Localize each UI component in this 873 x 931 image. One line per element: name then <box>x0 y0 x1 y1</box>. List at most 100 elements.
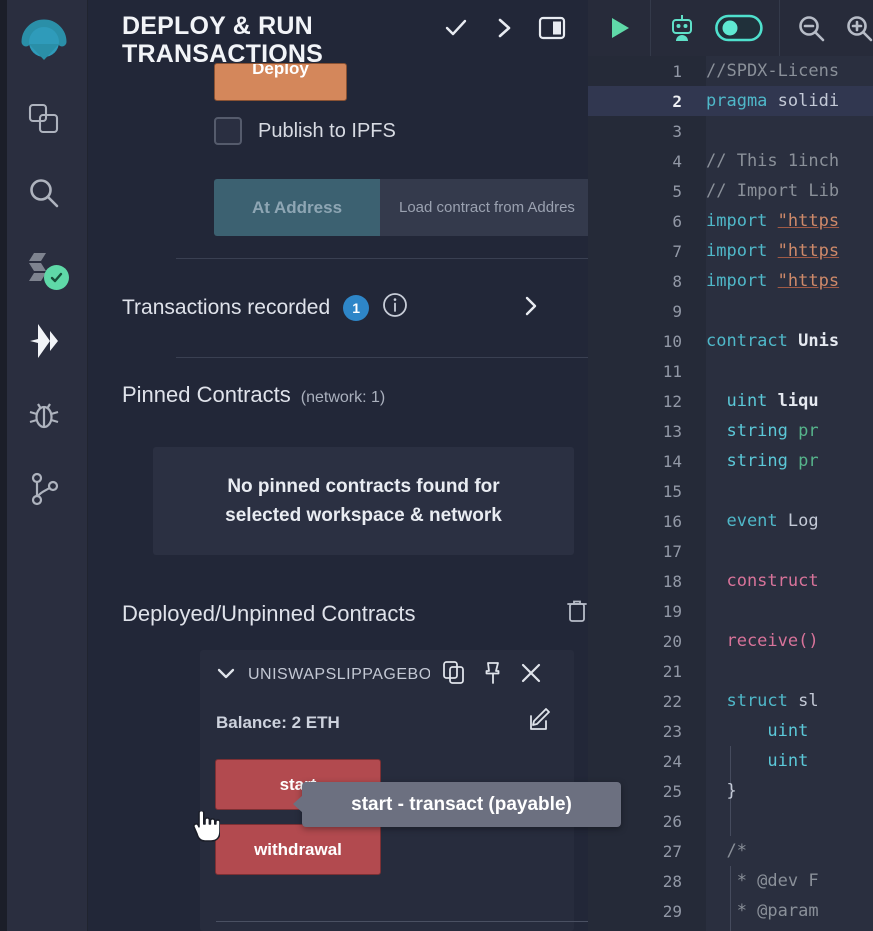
edit-icon[interactable] <box>528 708 552 737</box>
line-number: 7 <box>672 241 682 261</box>
pin-icon[interactable] <box>482 660 504 691</box>
code-line[interactable]: 18 construct <box>588 566 873 596</box>
code-line[interactable]: 8 import "https <box>588 266 873 296</box>
sidebar-item-search[interactable] <box>13 162 75 224</box>
code-line[interactable]: 15 <box>588 476 873 506</box>
close-icon[interactable] <box>520 662 542 689</box>
code-line[interactable]: 13 string pr <box>588 416 873 446</box>
chevron-down-icon[interactable] <box>214 661 238 690</box>
transactions-recorded-row[interactable]: Transactions recorded 1 <box>88 258 588 357</box>
line-number: 14 <box>662 451 682 471</box>
line-number: 3 <box>672 121 682 141</box>
line-number: 28 <box>662 871 682 891</box>
line-number: 2 <box>672 91 682 111</box>
check-icon[interactable] <box>442 14 470 42</box>
code-line[interactable]: 14 string pr <box>588 446 873 476</box>
ai-robot-icon[interactable] <box>667 13 697 43</box>
code-text: construct <box>706 571 819 591</box>
code-line[interactable]: 10 contract Unis <box>588 326 873 356</box>
code-line[interactable]: 27 /* <box>588 836 873 866</box>
zoom-in-icon[interactable] <box>844 13 873 43</box>
info-icon[interactable] <box>382 292 408 323</box>
code-line[interactable]: 1 //SPDX-Licens <box>588 56 873 86</box>
code-line[interactable]: 9 <box>588 296 873 326</box>
code-line[interactable]: 16 event Log <box>588 506 873 536</box>
line-number: 6 <box>672 211 682 231</box>
code-text: // This 1inch <box>706 151 840 171</box>
publish-ipfs-label: Publish to IPFS <box>258 119 396 142</box>
code-line[interactable]: 4 // This 1inch <box>588 146 873 176</box>
deploy-run-icon <box>24 321 64 361</box>
line-number: 26 <box>662 811 682 831</box>
run-play-icon[interactable] <box>604 13 634 43</box>
line-number: 25 <box>662 781 682 801</box>
line-number: 22 <box>662 691 682 711</box>
unpinned-contracts-title: Deployed/Unpinned Contracts <box>122 600 416 626</box>
line-number: 19 <box>662 601 682 621</box>
compile-success-badge <box>43 265 69 290</box>
code-line[interactable]: 22 struct sl <box>588 686 873 716</box>
contract-name-label: UNISWAPSLIPPAGEBOT AT ( <box>248 666 430 683</box>
code-line[interactable]: 3 <box>588 116 873 146</box>
code-text: uint <box>706 721 809 741</box>
sidebar-item-deploy-run[interactable] <box>13 310 75 372</box>
code-text: /* <box>706 841 747 861</box>
line-number: 21 <box>662 661 682 681</box>
code-text: uint liqu <box>706 391 819 411</box>
code-text: * @dev F <box>706 871 819 891</box>
ai-toggle[interactable] <box>715 13 763 43</box>
transactions-recorded-count: 1 <box>343 294 370 321</box>
code-line[interactable]: 5 // Import Lib <box>588 176 873 206</box>
code-text: receive() <box>706 631 819 651</box>
chevron-right-icon[interactable] <box>490 14 518 42</box>
sidebar-item-debugger[interactable] <box>13 384 75 446</box>
transactions-expand-chevron-icon[interactable] <box>518 294 542 323</box>
code-line[interactable]: 11 <box>588 356 873 386</box>
pinned-contracts-empty-state: No pinned contracts found for selected w… <box>153 447 574 555</box>
contract-balance-row: Balance: 2 ETH <box>200 700 574 737</box>
sidebar-item-solidity-compiler[interactable] <box>13 236 75 298</box>
contract-function-withdrawal-button[interactable]: withdrawal <box>215 824 381 875</box>
code-line[interactable]: 23 uint <box>588 716 873 746</box>
zoom-out-icon[interactable] <box>796 13 826 43</box>
divider <box>176 357 588 358</box>
contract-balance-label: Balance: 2 ETH <box>216 712 340 732</box>
page-title: DEPLOY & RUN TRANSACTIONS <box>122 12 324 69</box>
deploy-button[interactable]: Deploy <box>214 63 347 101</box>
code-line[interactable]: 17 <box>588 536 873 566</box>
code-line[interactable]: 12 uint liqu <box>588 386 873 416</box>
copy-icon[interactable] <box>442 660 466 691</box>
code-text: contract Unis <box>706 331 840 351</box>
code-line[interactable]: 21 <box>588 656 873 686</box>
at-address-input[interactable]: Load contract from Addres <box>380 179 588 236</box>
at-address-button[interactable]: At Address <box>214 179 380 236</box>
function-tooltip: start - transact (payable) <box>293 782 621 827</box>
editor-toolbar-zoom-group <box>780 0 873 56</box>
code-text: import "https <box>706 211 840 231</box>
code-line[interactable]: 7 import "https <box>588 236 873 266</box>
code-line[interactable]: 20 receive() <box>588 626 873 656</box>
code-text: string pr <box>706 451 819 471</box>
contract-card-header[interactable]: UNISWAPSLIPPAGEBOT AT ( <box>200 650 574 700</box>
code-line[interactable]: 19 <box>588 596 873 626</box>
sidebar-item-file-explorer[interactable] <box>13 88 75 150</box>
remix-logo[interactable] <box>10 8 78 76</box>
editor-toolbar-run-group <box>588 0 651 56</box>
line-number: 29 <box>662 901 682 921</box>
code-line[interactable]: 2 pragma solidi <box>588 86 873 116</box>
line-number: 20 <box>662 631 682 651</box>
activity-icon-bar <box>0 0 88 931</box>
pinned-empty-line-2: selected workspace & network <box>225 504 502 526</box>
panel-layout-icon[interactable] <box>538 14 566 42</box>
line-number: 13 <box>662 421 682 441</box>
trash-icon[interactable] <box>566 599 588 628</box>
code-line[interactable]: 6 import "https <box>588 206 873 236</box>
line-number: 4 <box>672 151 682 171</box>
line-number: 15 <box>662 481 682 501</box>
publish-to-ipfs-row[interactable]: Publish to IPFS <box>214 117 396 145</box>
sidebar-item-git[interactable] <box>13 458 75 520</box>
code-text: uint <box>706 751 809 771</box>
publish-ipfs-checkbox[interactable] <box>214 117 242 145</box>
code-content[interactable]: 1 //SPDX-Licens 2 pragma solidi 3 4 // This 1i… <box>588 56 873 931</box>
code-lines: 1 //SPDX-Licens 2 pragma solidi 3 4 // This 1i… <box>588 56 873 931</box>
